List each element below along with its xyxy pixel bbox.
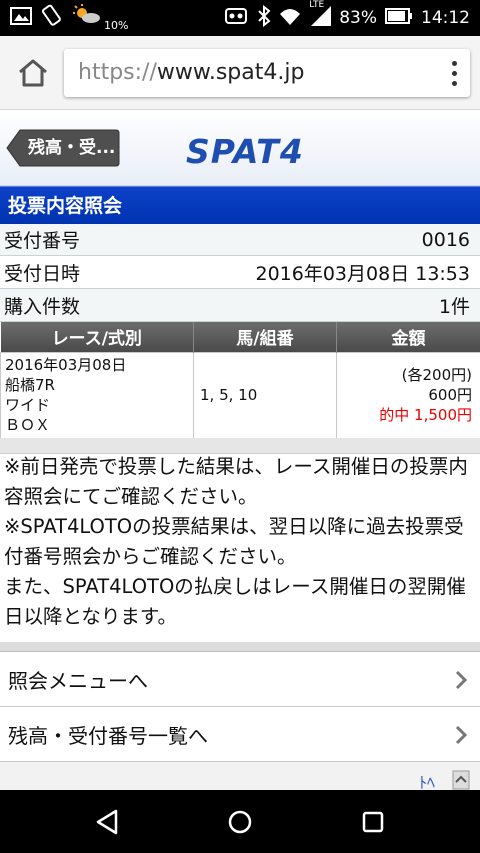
battery-text: 83% — [339, 8, 377, 28]
note-advance-sale: ※前日発売で投票した結果は、レース開催日の投票内容照会にてご確認ください。 — [4, 455, 468, 508]
url-bar[interactable]: https://www.spat4.jp — [64, 49, 470, 97]
weather-icon — [72, 4, 102, 32]
browser-toolbar: https://www.spat4.jp — [0, 36, 480, 110]
chevron-right-icon — [455, 725, 468, 745]
note-loto-result: ※SPAT4LOTOの投票結果は、翌日以降に過去投票受付番号照会からご確認くださ… — [4, 515, 464, 568]
notes: ※前日発売で投票した結果は、レース開催日の投票内容照会にてご確認ください。 ※S… — [0, 452, 480, 632]
page-title: 投票内容照会 — [0, 186, 480, 224]
recent-apps-icon[interactable] — [360, 808, 386, 836]
column-header-race: レース/式別 — [0, 322, 194, 352]
bet-table-header: レース/式別 馬/組番 金額 — [0, 322, 480, 352]
balance-list-link[interactable]: 残高・受付番号一覧へ — [0, 707, 480, 762]
navigation-bar — [0, 790, 480, 853]
purchase-count-label: 購入件数 — [4, 295, 81, 318]
back-button[interactable]: 残高・受... — [6, 129, 120, 167]
site-header: 残高・受... SPAT4 — [0, 110, 480, 186]
receipt-datetime-value: 2016年03月08日 13:53 — [255, 262, 470, 285]
bet-table: レース/式別 馬/組番 金額 2016年03月08日 船橋7R ワイド ＢＯＸ … — [0, 322, 480, 439]
font-size-icon[interactable]: ﾄﾍ — [418, 770, 444, 790]
clock-text: 14:12 — [421, 8, 470, 28]
status-bar: 10% LTE 83% 14:12 — [0, 0, 480, 36]
url-host: www.spat4.jp — [156, 60, 305, 85]
chevron-right-icon — [455, 670, 468, 690]
unit-amount: (各200円) — [401, 366, 472, 384]
bet-box: ＢＯＸ — [5, 416, 51, 434]
small-battery-text: 10% — [104, 18, 129, 32]
purchase-count-value: 1件 — [438, 295, 470, 318]
total-amount: 600円 — [428, 386, 472, 404]
page-bottom-strip — [0, 762, 480, 790]
home-button[interactable] — [16, 58, 50, 88]
image-icon — [10, 6, 32, 30]
race-date: 2016年03月08日 — [5, 356, 127, 374]
purchase-count-row: 購入件数 1件 — [0, 289, 480, 322]
home-icon — [19, 59, 47, 87]
inquiry-menu-link[interactable]: 照会メニューへ — [0, 652, 480, 707]
bluetooth-icon — [257, 4, 271, 32]
url-scheme: https:// — [78, 60, 157, 85]
battery-icon — [385, 7, 413, 30]
hit-payout: 的中 1,500円 — [379, 406, 472, 424]
note-loto-payout: また、SPAT4LOTOの払戻しはレース開催日の翌開催日以降となります。 — [4, 575, 466, 628]
wifi-icon — [279, 6, 301, 31]
balance-list-label: 残高・受付番号一覧へ — [8, 723, 208, 748]
column-header-horses: 馬/組番 — [193, 322, 337, 352]
table-row: 2016年03月08日 船橋7R ワイド ＢＯＸ 1, 5, 10 (各200円… — [0, 351, 480, 439]
home-nav-icon[interactable] — [227, 808, 253, 836]
receipt-number-label: 受付番号 — [4, 230, 81, 252]
amount-cell: (各200円) 600円 的中 1,500円 — [336, 351, 480, 439]
receipt-datetime-row: 受付日時 2016年03月08日 13:53 — [0, 256, 480, 289]
receipt-datetime-label: 受付日時 — [4, 262, 81, 285]
back-button-label: 残高・受... — [28, 138, 116, 158]
inquiry-menu-label: 照会メニューへ — [8, 668, 148, 693]
receipt-number-row: 受付番号 0016 — [0, 224, 480, 256]
spat4-logo: SPAT4 — [186, 132, 304, 171]
divider — [0, 642, 480, 652]
race-cell: 2016年03月08日 船橋7R ワイド ＢＯＸ — [0, 351, 194, 439]
floating-buttons: ﾄﾍ — [418, 770, 470, 790]
race-name: 船橋7R — [5, 376, 55, 394]
network-type-text: LTE — [309, 0, 325, 10]
column-header-amount: 金額 — [336, 322, 480, 352]
vibrate-icon — [223, 6, 249, 31]
scroll-top-icon[interactable] — [452, 770, 470, 790]
signal-icon: LTE — [309, 0, 332, 31]
rotate-icon — [40, 4, 64, 32]
browser-menu-button[interactable] — [442, 53, 466, 93]
back-nav-icon[interactable] — [94, 808, 120, 836]
svg-text:ﾄﾍ: ﾄﾍ — [419, 773, 435, 790]
receipt-number-value: 0016 — [421, 228, 470, 251]
bet-type: ワイド — [5, 396, 51, 414]
horse-numbers: 1, 5, 10 — [193, 351, 337, 439]
